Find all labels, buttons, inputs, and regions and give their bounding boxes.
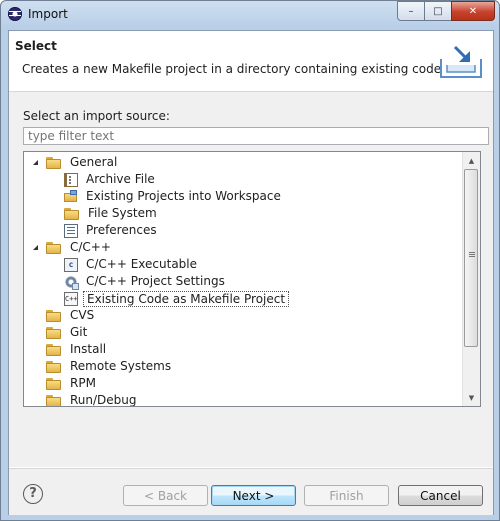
tree-item[interactable]: RPM xyxy=(32,375,99,392)
scroll-down-arrow-icon[interactable]: ▼ xyxy=(463,389,480,406)
tree-item[interactable]: C++ Existing Code as Makefile Project xyxy=(64,290,290,307)
maximize-icon: □ xyxy=(433,5,443,17)
tree-item[interactable]: File System xyxy=(64,205,160,222)
folder-icon xyxy=(46,241,62,254)
eclipse-app-icon xyxy=(8,7,22,21)
wizard-footer: ? < Back Next > Finish Cancel xyxy=(9,468,493,515)
back-button[interactable]: < Back xyxy=(123,485,208,506)
window-title: Import xyxy=(28,7,68,21)
import-wizard-icon xyxy=(440,45,482,78)
tree-item[interactable]: Preferences xyxy=(64,222,160,239)
tree-item[interactable]: C/C++ xyxy=(32,239,114,256)
tree-item-label: CVS xyxy=(70,308,95,322)
folder-icon xyxy=(46,326,62,339)
tree-item-label: C/C++ Executable xyxy=(86,257,198,271)
existing-projects-icon xyxy=(64,189,78,204)
collapsed-arrow-icon[interactable] xyxy=(32,327,42,338)
folder-icon xyxy=(64,207,80,220)
expanded-arrow-icon[interactable] xyxy=(32,158,42,168)
wizard-header: Select Creates a new Makefile project in… xyxy=(9,31,493,92)
tree-item-label: RPM xyxy=(70,376,96,390)
minimize-button[interactable]: – xyxy=(397,1,424,21)
tree-item[interactable]: Remote Systems xyxy=(32,358,174,375)
collapsed-arrow-icon[interactable] xyxy=(32,310,42,321)
tree-item[interactable]: c C/C++ Executable xyxy=(64,256,200,273)
tree-item[interactable]: Existing Projects into Workspace xyxy=(64,188,284,205)
folder-icon xyxy=(46,156,62,169)
import-dialog: Import – □ ✕ Select Creates a new Makefi… xyxy=(0,0,500,521)
folder-icon xyxy=(46,343,62,356)
tree-item[interactable]: General xyxy=(32,154,120,171)
scroll-thumb[interactable] xyxy=(464,169,478,347)
tree-item-label: Preferences xyxy=(86,223,157,237)
filter-input[interactable] xyxy=(23,127,489,145)
tree-item-label: Existing Code as Makefile Project xyxy=(83,290,290,307)
cpp-project-icon: C++ xyxy=(64,291,78,306)
tree-item[interactable]: C/C++ Project Settings xyxy=(64,273,228,290)
page-description: Creates a new Makefile project in a dire… xyxy=(22,62,442,76)
tree-item-label: Run/Debug xyxy=(70,393,137,406)
expanded-arrow-icon[interactable] xyxy=(32,243,42,253)
tree-item[interactable]: Run/Debug xyxy=(32,392,140,406)
tree-item-label: Install xyxy=(70,342,107,356)
import-source-tree[interactable]: General Archive File Existing Projects int… xyxy=(23,151,481,407)
window-controls: – □ ✕ xyxy=(397,1,495,21)
tree-item-label: Existing Projects into Workspace xyxy=(86,189,281,203)
collapsed-arrow-icon[interactable] xyxy=(32,361,42,372)
executable-icon: c xyxy=(64,257,78,272)
preferences-icon xyxy=(64,223,78,238)
scroll-up-arrow-icon[interactable]: ▲ xyxy=(463,152,480,169)
folder-icon xyxy=(46,394,62,406)
title-bar[interactable]: Import – □ ✕ xyxy=(1,1,499,29)
tree-item[interactable]: Install xyxy=(32,341,109,358)
project-settings-icon xyxy=(64,274,79,290)
close-icon: ✕ xyxy=(468,5,478,17)
close-button[interactable]: ✕ xyxy=(451,1,495,21)
tree-item-label: Git xyxy=(70,325,88,339)
tree-viewport: General Archive File Existing Projects int… xyxy=(24,152,462,406)
scroll-grip-icon xyxy=(469,252,475,253)
tree-item-label: General xyxy=(70,155,118,169)
maximize-button[interactable]: □ xyxy=(424,1,451,21)
cancel-button[interactable]: Cancel xyxy=(398,485,483,506)
tree-item[interactable]: CVS xyxy=(32,307,97,324)
tree-item-label: Archive File xyxy=(86,172,155,186)
help-icon[interactable]: ? xyxy=(23,484,43,504)
finish-button[interactable]: Finish xyxy=(304,485,389,506)
collapsed-arrow-icon[interactable] xyxy=(32,395,42,406)
wizard-body: Select an import source: General Archive … xyxy=(9,92,493,467)
tree-item-label: File System xyxy=(88,206,157,220)
collapsed-arrow-icon[interactable] xyxy=(32,344,42,355)
tree-item[interactable]: Git xyxy=(32,324,90,341)
archive-file-icon xyxy=(64,172,78,187)
folder-icon xyxy=(46,377,62,390)
collapsed-arrow-icon[interactable] xyxy=(32,378,42,389)
folder-icon xyxy=(46,309,62,322)
page-title: Select xyxy=(15,39,57,53)
next-button[interactable]: Next > xyxy=(211,485,296,506)
dialog-client-area: Select Creates a new Makefile project in… xyxy=(8,30,494,515)
tree-item-label: C/C++ Project Settings xyxy=(86,274,225,288)
tree-item-label: Remote Systems xyxy=(70,359,172,373)
tree-vertical-scrollbar[interactable]: ▲ ▼ xyxy=(462,152,480,406)
tree-item[interactable]: Archive File xyxy=(64,171,158,188)
minimize-icon: – xyxy=(408,5,414,17)
tree-item-label: C/C++ xyxy=(70,240,111,254)
folder-icon xyxy=(46,360,62,373)
import-source-label: Select an import source: xyxy=(23,109,170,123)
